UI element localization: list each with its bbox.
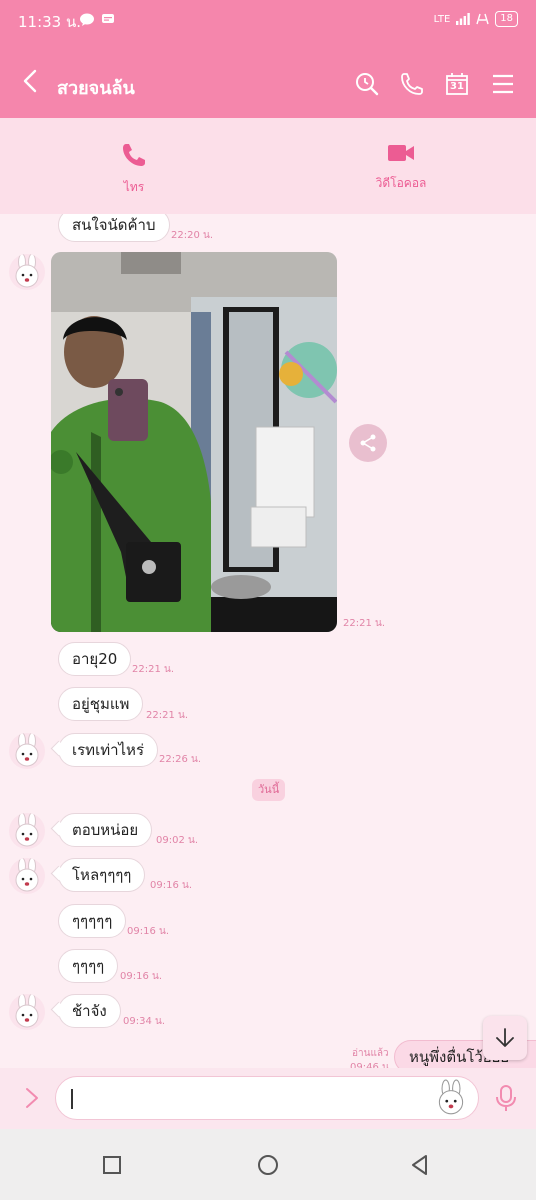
video-call-button[interactable]: วิดีโอคอล bbox=[331, 142, 471, 193]
input-bar bbox=[0, 1068, 536, 1129]
message-bubble[interactable]: สนใจนัดค้าบ bbox=[58, 214, 170, 242]
read-receipt: อ่านแล้ว bbox=[352, 1048, 389, 1059]
system-navigation-bar bbox=[0, 1129, 536, 1200]
share-button[interactable] bbox=[349, 424, 387, 462]
message-bubble[interactable]: ๆๆๆๆ bbox=[58, 949, 119, 983]
bunny-avatar-icon bbox=[15, 733, 39, 767]
message-bubble[interactable]: ๆๆๆๆๆ bbox=[58, 904, 127, 938]
message-bubble[interactable]: ช้าจัง bbox=[58, 994, 121, 1028]
back-button[interactable] bbox=[18, 68, 44, 94]
video-camera-icon bbox=[388, 145, 414, 161]
avatar[interactable] bbox=[9, 858, 45, 894]
message-time: 22:21 น. bbox=[146, 710, 189, 721]
network-type: LTE bbox=[433, 13, 451, 25]
call-bar: ไทร วิดีโอคอล bbox=[0, 118, 536, 214]
chat-title: สวยจนล้น bbox=[57, 78, 135, 99]
message-bubble[interactable]: อายุ20 bbox=[58, 642, 132, 676]
message-text: อายุ20 bbox=[72, 650, 118, 668]
message-time: 22:26 น. bbox=[159, 754, 202, 765]
message-input[interactable] bbox=[55, 1076, 479, 1120]
microphone-button[interactable] bbox=[494, 1084, 518, 1112]
avatar[interactable] bbox=[9, 994, 45, 1030]
message-text: อยู่ชุมแพ bbox=[72, 695, 130, 713]
message-text: ตอบหน่อย bbox=[72, 821, 139, 839]
search-button[interactable] bbox=[353, 70, 381, 98]
chat-header: สวยจนล้น 31 bbox=[0, 40, 536, 118]
battery-level: 18 bbox=[500, 13, 513, 24]
message-text: สนใจนัดค้าบ bbox=[72, 216, 156, 234]
message-time: 09:16 น. bbox=[127, 926, 170, 937]
bunny-avatar-icon bbox=[15, 994, 39, 1028]
expand-button[interactable] bbox=[20, 1086, 44, 1110]
back-nav-button[interactable] bbox=[408, 1153, 432, 1177]
call-button[interactable] bbox=[398, 70, 426, 98]
avatar[interactable] bbox=[9, 733, 45, 769]
bunny-avatar-icon bbox=[15, 858, 39, 892]
share-icon bbox=[360, 434, 376, 452]
message-time: 09:02 น. bbox=[156, 835, 199, 846]
wifi-calling-icon bbox=[476, 13, 489, 25]
message-text: ช้าจัง bbox=[72, 1002, 107, 1020]
message-time: 22:21 น. bbox=[132, 664, 175, 675]
message-time: 09:46 น. bbox=[350, 1062, 393, 1068]
voice-call-button[interactable]: ไทร bbox=[64, 142, 204, 197]
message-text: ๆๆๆๆ bbox=[72, 957, 105, 975]
photo-message[interactable] bbox=[51, 252, 337, 632]
phone-icon bbox=[123, 144, 145, 166]
bunny-avatar-icon bbox=[15, 254, 39, 288]
message-text: เรทเท่าไหร่ bbox=[72, 741, 144, 759]
sticker-button[interactable] bbox=[432, 1079, 470, 1117]
message-time: 22:20 น. bbox=[171, 230, 214, 241]
message-bubble[interactable]: อยู่ชุมแพ bbox=[58, 687, 144, 721]
status-bar: 11:33 น. LTE 18 bbox=[0, 0, 536, 40]
line-notification-icon bbox=[80, 13, 94, 26]
message-text: โหลๆๆๆๆ bbox=[72, 866, 132, 884]
avatar[interactable] bbox=[9, 254, 45, 290]
search-icon bbox=[356, 73, 379, 96]
message-time: 22:21 น. bbox=[343, 618, 386, 629]
home-button[interactable] bbox=[256, 1153, 280, 1177]
message-bubble[interactable]: เรทเท่าไหร่ bbox=[58, 733, 158, 767]
status-time: 11:33 น. bbox=[18, 13, 82, 31]
arrow-down-icon bbox=[496, 1028, 514, 1047]
status-right: LTE 18 bbox=[434, 11, 518, 27]
phone-icon bbox=[401, 73, 423, 95]
calendar-day: 31 bbox=[450, 81, 464, 92]
message-bubble[interactable]: ตอบหน่อย bbox=[58, 813, 153, 847]
voice-call-label: ไทร bbox=[123, 180, 145, 194]
scroll-to-bottom-button[interactable] bbox=[483, 1016, 527, 1060]
message-bubble[interactable]: โหลๆๆๆๆ bbox=[58, 858, 146, 892]
calendar-button[interactable]: 31 bbox=[443, 70, 471, 98]
battery-icon: 18 bbox=[495, 11, 518, 27]
message-time: 09:16 น. bbox=[120, 971, 163, 982]
recent-apps-button[interactable] bbox=[100, 1153, 124, 1177]
menu-button[interactable] bbox=[489, 70, 517, 98]
message-notification-icon bbox=[102, 14, 114, 23]
bunny-avatar-icon bbox=[15, 813, 39, 847]
signal-icon bbox=[456, 13, 471, 25]
avatar[interactable] bbox=[9, 813, 45, 849]
date-divider: วันนี้ bbox=[252, 779, 286, 801]
message-text: ๆๆๆๆๆ bbox=[72, 912, 113, 930]
message-time: 09:34 น. bbox=[123, 1016, 166, 1027]
text-caret bbox=[71, 1089, 73, 1109]
message-time: 09:16 น. bbox=[150, 880, 193, 891]
hamburger-menu-icon bbox=[493, 74, 513, 94]
selfie-photo bbox=[51, 252, 337, 632]
video-call-label: วิดีโอคอล bbox=[375, 176, 427, 190]
message-list[interactable]: สนใจนัดค้าบ 22:20 น. 22:21 น. อายุ20 22:… bbox=[0, 214, 536, 1068]
